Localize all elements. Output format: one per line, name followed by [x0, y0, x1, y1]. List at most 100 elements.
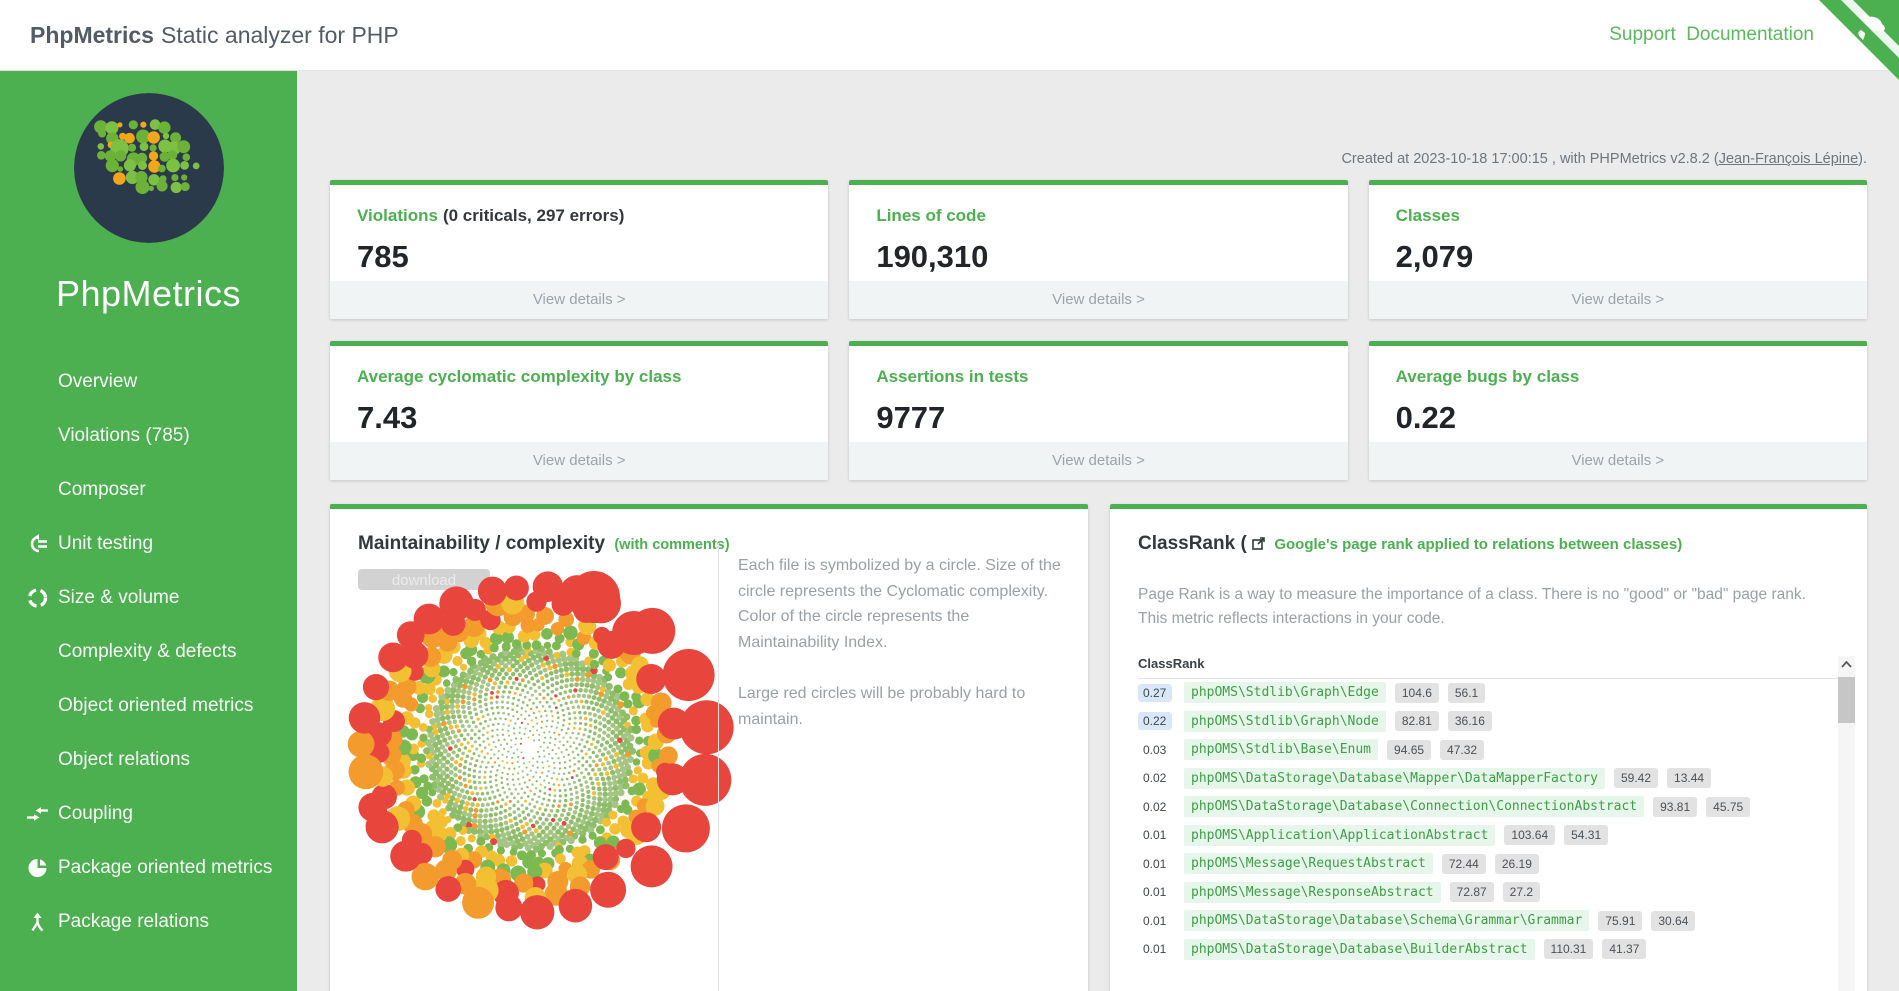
sidebar-item-composer[interactable]: Composer — [0, 463, 297, 517]
classrank-row: 0.01 phpOMS\Message\ResponseAbstract 72.… — [1138, 878, 1839, 907]
sidebar-item-object-oriented-metrics[interactable]: Object oriented metrics — [0, 679, 297, 733]
classrank-paren: ( — [1240, 533, 1246, 554]
coupling-icon — [26, 803, 49, 826]
rank-value: 0.01 — [1138, 826, 1172, 844]
classrank-row: 0.22 phpOMS\Stdlib\Graph\Node 82.81 36.1… — [1138, 707, 1839, 736]
sidebar-item-unit-testing[interactable]: Unit testing — [0, 517, 297, 571]
sidebar-item-label: Unit testing — [58, 533, 153, 555]
class-link[interactable]: phpOMS\Message\ResponseAbstract — [1184, 882, 1441, 903]
sidebar-item-label: Violations (785) — [58, 425, 190, 447]
sidebar-item-complexity-defects[interactable]: Complexity & defects — [0, 625, 297, 679]
page: PhpMetricsStatic analyzer for PHP Suppor… — [0, 0, 1899, 991]
class-link[interactable]: phpOMS\Application\ApplicationAbstract — [1184, 825, 1495, 846]
sidebar-item-label: Object relations — [58, 749, 190, 771]
card-value: 2,079 — [1369, 239, 1867, 275]
metric-badge-2: 45.75 — [1706, 797, 1750, 817]
sidebar-item-label: Package relations — [58, 911, 209, 933]
classrank-scrollbar[interactable] — [1838, 656, 1855, 991]
sidebar-item-label: Coupling — [58, 803, 133, 825]
view-details-link[interactable]: View details > — [330, 442, 828, 480]
github-octocat-icon — [1819, 0, 1899, 80]
phpmetrics-logo — [74, 93, 224, 243]
card-value: 7.43 — [330, 400, 828, 436]
metric-badge-1: 110.31 — [1544, 939, 1594, 959]
metric-badge-2: 47.32 — [1440, 740, 1484, 760]
sidebar-item-label: Composer — [58, 479, 146, 501]
sidebar-title: PhpMetrics — [0, 273, 297, 315]
classrank-title: ClassRank ( Google's page rank applied t… — [1110, 509, 1867, 555]
classrank-column-header: ClassRank — [1138, 656, 1839, 679]
card-value: 785 — [330, 239, 828, 275]
maintainability-subtitle: (with comments) — [614, 537, 729, 553]
class-link[interactable]: phpOMS\Stdlib\Graph\Edge — [1184, 682, 1386, 703]
metric-card: Average bugs by class 0.22 View details … — [1369, 341, 1867, 480]
view-details-link[interactable]: View details > — [1369, 281, 1867, 319]
maintainability-bubble-chart[interactable] — [336, 567, 740, 991]
sidebar-item-package-oriented-metrics[interactable]: Package oriented metrics — [0, 841, 297, 895]
description-paragraph-1: Each file is symbolized by a circle. Siz… — [738, 553, 1062, 655]
sidebar-item-violations-785[interactable]: Violations (785) — [0, 409, 297, 463]
metric-card: Lines of code 190,310 View details > — [849, 180, 1347, 319]
view-details-link[interactable]: View details > — [849, 281, 1347, 319]
classrank-row: 0.01 phpOMS\Application\ApplicationAbstr… — [1138, 821, 1839, 850]
rank-value: 0.27 — [1138, 684, 1172, 702]
scrollbar-thumb[interactable] — [1838, 677, 1855, 723]
sidebar: PhpMetrics Overview Violations (785) Com… — [0, 71, 297, 991]
class-link[interactable]: phpOMS\Message\RequestAbstract — [1184, 853, 1433, 874]
sidebar-item-overview[interactable]: Overview — [0, 355, 297, 409]
metric-card: Average cyclomatic complexity by class 7… — [330, 341, 828, 480]
metric-badge-1: 72.44 — [1442, 854, 1486, 874]
class-link[interactable]: phpOMS\DataStorage\Database\Schema\Gramm… — [1184, 910, 1589, 931]
metric-badge-1: 93.81 — [1653, 797, 1697, 817]
support-link[interactable]: Support — [1609, 24, 1676, 45]
class-link[interactable]: phpOMS\DataStorage\Database\Connection\C… — [1184, 796, 1644, 817]
unit-testing-icon — [26, 533, 49, 556]
classrank-panel: ClassRank ( Google's page rank applied t… — [1110, 504, 1867, 991]
classrank-row: 0.01 phpOMS\Message\RequestAbstract 72.4… — [1138, 850, 1839, 879]
metric-badge-2: 54.31 — [1564, 825, 1608, 845]
classrank-description: Page Rank is a way to measure the import… — [1110, 571, 1848, 631]
class-link[interactable]: phpOMS\Stdlib\Base\Enum — [1184, 739, 1378, 760]
metric-card: Assertions in tests 9777 View details > — [849, 341, 1347, 480]
class-link[interactable]: phpOMS\DataStorage\Database\Mapper\DataM… — [1184, 768, 1605, 789]
card-value: 9777 — [849, 400, 1347, 436]
sidebar-item-label: Complexity & defects — [58, 641, 236, 663]
metric-badge-2: 41.37 — [1602, 939, 1646, 959]
rank-value: 0.01 — [1138, 912, 1172, 930]
view-details-link[interactable]: View details > — [1369, 442, 1867, 480]
main-content: Created at 2023-10-18 17:00:15 , with PH… — [297, 71, 1899, 991]
panel-divider — [718, 543, 719, 991]
author-link[interactable]: Jean-François Lépine — [1719, 151, 1858, 167]
sidebar-item-package-relations[interactable]: Package relations — [0, 895, 297, 949]
rank-value: 0.03 — [1138, 741, 1172, 759]
metric-badge-2: 30.64 — [1651, 911, 1695, 931]
rank-value: 0.01 — [1138, 883, 1172, 901]
sidebar-item-label: Package oriented metrics — [58, 857, 272, 879]
metric-badge-2: 56.1 — [1448, 683, 1485, 703]
scroll-up-icon[interactable] — [1838, 656, 1855, 673]
created-prefix: Created at — [1341, 151, 1413, 167]
classrank-row: 0.03 phpOMS\Stdlib\Base\Enum 94.65 47.32 — [1138, 736, 1839, 765]
sidebar-item-coupling[interactable]: Coupling — [0, 787, 297, 841]
github-ribbon[interactable] — [1819, 0, 1899, 80]
maintainability-panel: Maintainability / complexity (with comme… — [330, 504, 1088, 991]
metric-badge-2: 36.16 — [1448, 711, 1492, 731]
class-link[interactable]: phpOMS\Stdlib\Graph\Node — [1184, 711, 1386, 732]
metric-badge-2: 26.19 — [1495, 854, 1539, 874]
card-title: Average bugs by class — [1396, 367, 1580, 386]
card-title: Lines of code — [876, 206, 986, 225]
view-details-link[interactable]: View details > — [849, 442, 1347, 480]
created-suffix: ). — [1858, 151, 1867, 167]
sidebar-nav: Overview Violations (785) Composer Unit … — [0, 355, 297, 949]
sidebar-item-object-relations[interactable]: Object relations — [0, 733, 297, 787]
rank-value: 0.02 — [1138, 769, 1172, 787]
metric-badge-1: 103.64 — [1504, 825, 1555, 845]
class-link[interactable]: phpOMS\DataStorage\Database\BuilderAbstr… — [1184, 939, 1535, 960]
metric-badge-1: 82.81 — [1395, 711, 1439, 731]
card-title: Assertions in tests — [876, 367, 1028, 386]
documentation-link[interactable]: Documentation — [1686, 24, 1814, 45]
sidebar-item-size-volume[interactable]: Size & volume — [0, 571, 297, 625]
view-details-link[interactable]: View details > — [330, 281, 828, 319]
size-volume-icon — [26, 587, 49, 610]
maintainability-description: Each file is symbolized by a circle. Siz… — [738, 553, 1062, 759]
